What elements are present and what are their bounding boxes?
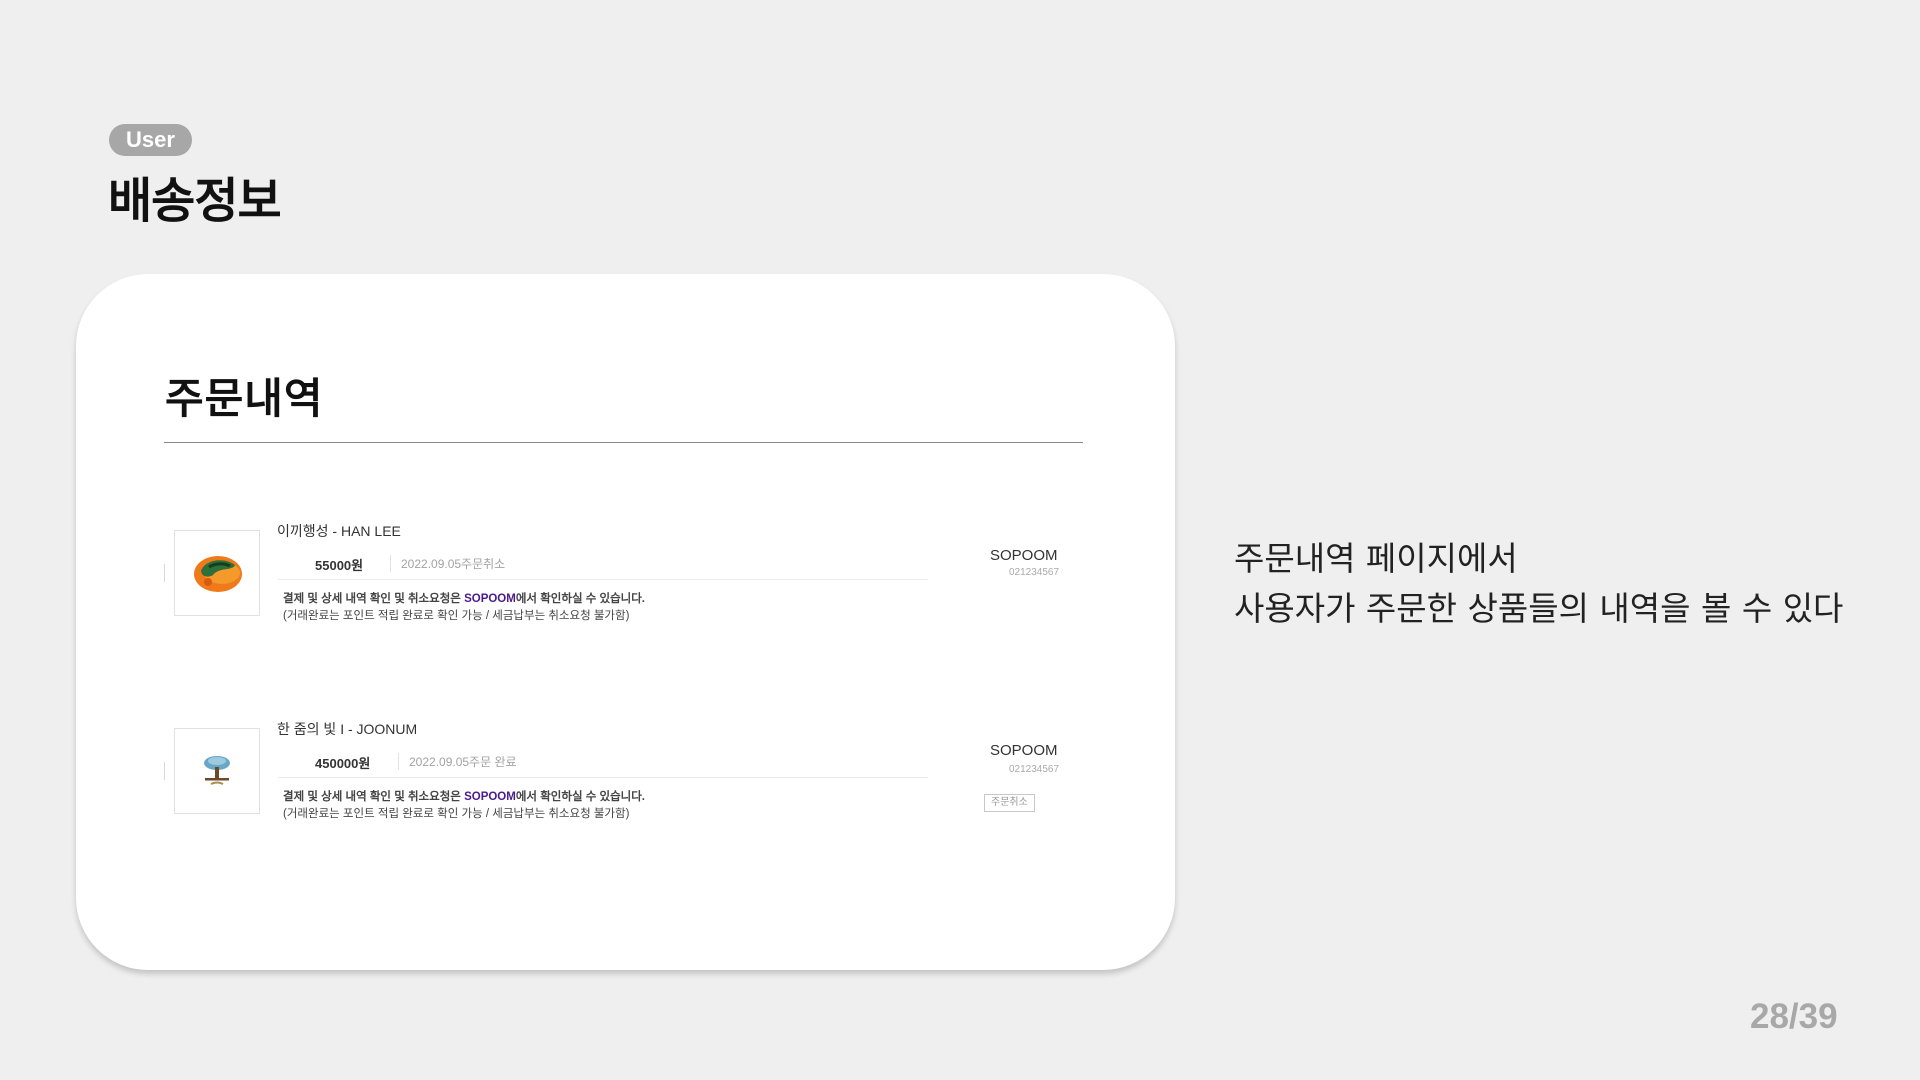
order-code: 021234567 [1009,764,1060,775]
product-thumbnail[interactable] [174,728,260,814]
product-name[interactable]: 한 줌의 빛 I - JOONUM [277,719,417,739]
order-notice: 결제 및 상세 내역 확인 및 취소요청은 SOPOOM에서 확인하실 수 있습… [283,789,645,823]
slide-title: 배송정보 [108,173,282,229]
tree-artwork-icon [204,756,230,785]
notice-brand-link[interactable]: SOPOOM [464,593,516,605]
order-date-status: 2022.09.05주문 완료 [398,753,517,770]
product-name[interactable]: 이끼행성 - HAN LEE [277,521,401,541]
product-thumbnail[interactable] [174,530,260,616]
notice-text-end: 에서 확인하실 수 있습니다. [515,791,646,803]
row-marker [164,564,165,582]
description-line-2: 사용자가 주문한 상품들의 내역을 볼 수 있다 [1234,589,1844,628]
notice-subtext: (거래완료는 포인트 적립 완료로 확인 가능 / 세금납부는 취소요청 불가함… [283,610,630,622]
seller-name: SOPOOM [990,547,1058,564]
description-line-1: 주문내역 페이지에서 [1234,539,1518,578]
order-code: 021234567 [1009,567,1060,578]
notice-text: 결제 및 상세 내역 확인 및 취소요청은 [283,791,465,803]
notice-subtext: (거래완료는 포인트 적립 완료로 확인 가능 / 세금납부는 취소요청 불가함… [283,808,630,820]
order-history-title: 주문내역 [165,374,324,423]
page-number: 28/39 [1750,997,1838,1036]
order-date-status: 2022.09.05주문취소 [390,555,505,572]
notice-text: 결제 및 상세 내역 확인 및 취소요청은 [283,593,465,605]
order-item: 이끼행성 - HAN LEE 55000원 2022.09.05주문취소 결제 … [164,523,1124,650]
title-divider [164,442,1083,443]
order-item: 한 줌의 빛 I - JOONUM 450000원 2022.09.05주문 완… [164,721,1124,848]
order-price: 55000원 [315,558,364,573]
seller-name: SOPOOM [990,742,1058,759]
user-tag: User [109,124,192,156]
cancel-order-button[interactable]: 주문취소 [984,794,1035,812]
order-divider [278,777,928,778]
slide-description: 주문내역 페이지에서 사용자가 주문한 상품들의 내역을 볼 수 있다 [1234,534,1843,634]
notice-brand-link[interactable]: SOPOOM [464,791,516,803]
order-history-screenshot-card: 주문내역 이끼행성 - HAN LEE 55000원 2022.09.05주문취… [76,274,1175,970]
order-divider [278,579,928,580]
notice-text-end: 에서 확인하실 수 있습니다. [515,593,646,605]
order-price: 450000원 [315,756,371,771]
moss-planet-icon [194,556,242,592]
order-notice: 결제 및 상세 내역 확인 및 취소요청은 SOPOOM에서 확인하실 수 있습… [283,591,645,625]
row-marker [164,762,165,780]
